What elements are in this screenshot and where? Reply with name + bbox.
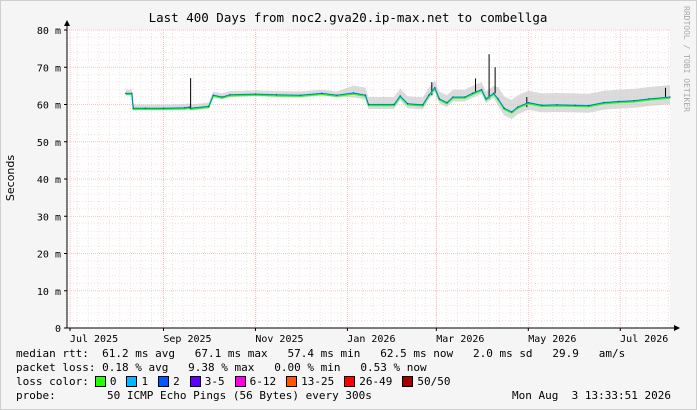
legend-swatch (234, 376, 246, 387)
legend-label: 2 (173, 375, 180, 388)
median-point (503, 107, 505, 109)
median-point (517, 106, 519, 108)
median-point (208, 105, 210, 108)
legend-swatch (158, 376, 170, 387)
median-point (648, 98, 650, 100)
median-rtt-stats: median rtt: 61.2 ms avg 67.1 ms max 57.4… (16, 347, 626, 360)
legend-label: 6-12 (249, 375, 277, 388)
legend-swatch (94, 376, 106, 387)
median-point (434, 87, 436, 89)
median-point (189, 107, 192, 109)
median-point (364, 94, 367, 96)
median-point (131, 92, 133, 95)
x-tick-label: Sep 2025 (163, 334, 211, 345)
y-tick-label: 10 m (37, 287, 61, 298)
median-point (618, 100, 620, 103)
median-point (406, 103, 409, 105)
watermark: RRDTOOL / TOBI OETIKER (682, 6, 691, 112)
median-point (471, 92, 474, 95)
median-point (299, 94, 302, 96)
y-tick-label: 30 m (37, 212, 61, 223)
median-point (132, 107, 135, 109)
x-tick-label: Jul 2026 (620, 334, 668, 345)
median-point (254, 93, 257, 95)
legend-label: 13-25 (301, 375, 335, 388)
y-tick-label: 60 m (37, 101, 61, 112)
median-point (352, 92, 355, 94)
chart-title: Last 400 Days from noc2.gva20.ip-max.net… (149, 10, 548, 25)
median-point (574, 104, 576, 106)
timestamp: Mon Aug 3 13:33:51 2026 (512, 389, 671, 402)
median-point (446, 101, 448, 104)
median-point (602, 101, 605, 104)
median-point (497, 98, 499, 100)
median-point (162, 107, 165, 109)
x-tick-label: Jan 2026 (347, 334, 395, 345)
y-tick-label: 40 m (37, 175, 61, 186)
median-point (188, 106, 190, 108)
median-point (511, 111, 513, 113)
y-tick-label: 0 (55, 324, 61, 335)
median-point (633, 100, 635, 102)
legend-label: 1 (141, 375, 149, 388)
y-axis-label: Seconds (4, 155, 17, 201)
y-tick-label: 70 m (37, 63, 61, 74)
legend-swatch (344, 376, 356, 387)
median-point (527, 101, 529, 104)
median-point (492, 92, 495, 95)
packet-loss-stats: packet loss: 0.18 % avg 9.38 % max 0.00 … (16, 361, 427, 374)
legend-label: 3-5 (204, 375, 225, 388)
median-point (556, 104, 558, 106)
loss-color-label: loss color: (16, 375, 89, 388)
median-point (336, 94, 338, 96)
median-point (212, 94, 214, 96)
median-point (321, 92, 323, 95)
legend-label: 50/50 (417, 375, 451, 388)
median-point (183, 107, 186, 109)
median-point (541, 104, 543, 106)
median-point (438, 98, 441, 100)
probe-description: 50 ICMP Echo Pings (56 Bytes) every 300s (107, 389, 372, 402)
loss-color-legend: loss color: 0 1 2 3-5 6-12 13-25 26-49 50/50 (16, 375, 454, 388)
legend-swatch (189, 376, 201, 387)
median-point (428, 94, 430, 96)
probe-label: probe: (16, 389, 56, 402)
legend-label: 0 (109, 375, 117, 388)
legend-label: 26-49 (359, 375, 393, 388)
median-point (422, 104, 424, 106)
x-tick-label: May 2026 (528, 334, 576, 345)
legend-swatch (126, 376, 138, 387)
median-point (480, 88, 483, 91)
median-point (399, 95, 401, 97)
y-tick-label: 80 m (37, 26, 61, 37)
median-point (125, 92, 127, 95)
x-tick-label: Mar 2026 (436, 334, 484, 345)
legend-swatch (402, 376, 414, 387)
median-point (221, 96, 223, 98)
median-point (144, 107, 147, 109)
x-tick-label: Nov 2025 (255, 334, 303, 345)
median-point (485, 98, 487, 100)
legend-swatch (286, 376, 298, 387)
median-point (367, 103, 370, 106)
median-point (464, 96, 466, 98)
median-point (452, 96, 454, 98)
y-tick-label: 20 m (37, 250, 61, 261)
x-tick-label: Jul 2025 (70, 334, 118, 345)
median-point (669, 96, 671, 98)
median-point (587, 104, 590, 107)
median-point (229, 94, 231, 96)
median-point (393, 103, 395, 106)
y-tick-label: 50 m (37, 138, 61, 149)
median-point (275, 94, 278, 96)
